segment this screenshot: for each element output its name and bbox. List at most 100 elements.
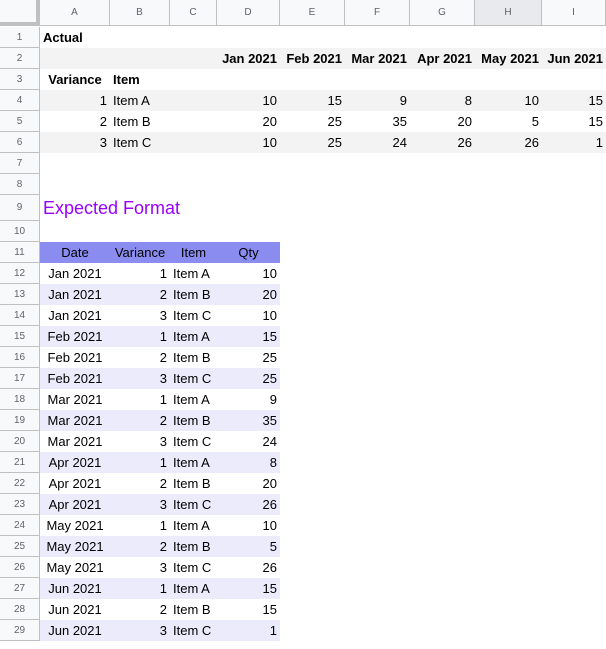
item-value[interactable]: Item C [170, 494, 217, 515]
date-value[interactable]: Apr 2021 [40, 473, 110, 494]
month-header[interactable]: Feb 2021 [280, 48, 345, 69]
column-header-i[interactable]: I [542, 0, 606, 26]
column-header-c[interactable]: C [170, 0, 217, 26]
row-header-6[interactable]: 6 [0, 132, 40, 153]
qty-value[interactable]: 10 [217, 90, 280, 111]
row-header-27[interactable]: 27 [0, 578, 40, 599]
column-header-e[interactable]: E [280, 0, 345, 26]
spreadsheet-grid[interactable]: A B C D E F G H I 1 2 3 4 5 6 7 8 9 10 11 12 13 14 15 16 17 18 19 20… [0, 0, 606, 649]
actual-title[interactable]: Actual [40, 27, 110, 48]
date-value[interactable]: Mar 2021 [40, 431, 110, 452]
variance-value[interactable]: 2 [40, 111, 110, 132]
variance-value[interactable]: 1 [110, 578, 170, 599]
variance-value[interactable]: 3 [110, 494, 170, 515]
date-value[interactable]: Feb 2021 [40, 347, 110, 368]
item-header[interactable]: Item [110, 69, 170, 90]
row-header-2[interactable]: 2 [0, 48, 40, 69]
row-header-14[interactable]: 14 [0, 305, 40, 326]
variance-value[interactable]: 3 [110, 557, 170, 578]
row-header-7[interactable]: 7 [0, 153, 40, 174]
row-header-21[interactable]: 21 [0, 452, 40, 473]
qty-value[interactable]: 8 [217, 452, 280, 473]
date-value[interactable]: Jun 2021 [40, 620, 110, 641]
qty-value[interactable]: 15 [217, 599, 280, 620]
row-header-15[interactable]: 15 [0, 326, 40, 347]
variance-value[interactable]: 2 [110, 410, 170, 431]
qty-value[interactable]: 26 [410, 132, 475, 153]
date-value[interactable]: Jun 2021 [40, 599, 110, 620]
variance-value[interactable]: 2 [110, 284, 170, 305]
row-header-24[interactable]: 24 [0, 515, 40, 536]
variance-value[interactable]: 2 [110, 473, 170, 494]
month-header[interactable]: Mar 2021 [345, 48, 410, 69]
date-value[interactable]: Apr 2021 [40, 452, 110, 473]
date-value[interactable]: May 2021 [40, 536, 110, 557]
item-value[interactable]: Item B [170, 599, 217, 620]
item-value[interactable]: Item B [170, 536, 217, 557]
column-header-d[interactable]: D [217, 0, 280, 26]
variance-value[interactable]: 3 [110, 620, 170, 641]
row-header-8[interactable]: 8 [0, 174, 40, 195]
item-value[interactable]: Item A [170, 515, 217, 536]
column-header-f[interactable]: F [345, 0, 410, 26]
variance-value[interactable]: 2 [110, 599, 170, 620]
row-header-11[interactable]: 11 [0, 242, 40, 263]
row-header-18[interactable]: 18 [0, 389, 40, 410]
item-value[interactable]: Item C [170, 557, 217, 578]
date-value[interactable]: Jan 2021 [40, 263, 110, 284]
row-header-9[interactable]: 9 [0, 195, 40, 221]
expected-header-date[interactable]: Date [40, 242, 110, 263]
item-value[interactable]: Item B [170, 410, 217, 431]
item-value[interactable]: Item C [170, 620, 217, 641]
date-value[interactable]: Jan 2021 [40, 305, 110, 326]
item-value[interactable]: Item A [170, 389, 217, 410]
expected-header-variance[interactable]: Variance [110, 242, 170, 263]
item-value[interactable]: Item B [170, 347, 217, 368]
select-all-corner[interactable] [0, 0, 40, 26]
qty-value[interactable]: 20 [217, 111, 280, 132]
item-value[interactable]: Item B [170, 473, 217, 494]
qty-value[interactable]: 26 [217, 557, 280, 578]
item-value[interactable]: Item C [170, 431, 217, 452]
row-header-29[interactable]: 29 [0, 620, 40, 641]
column-header-g[interactable]: G [410, 0, 475, 26]
qty-value[interactable]: 10 [217, 305, 280, 326]
variance-value[interactable]: 2 [110, 536, 170, 557]
qty-value[interactable]: 24 [345, 132, 410, 153]
row-header-12[interactable]: 12 [0, 263, 40, 284]
item-value[interactable]: Item C [110, 132, 170, 153]
date-value[interactable]: Apr 2021 [40, 494, 110, 515]
variance-value[interactable]: 1 [110, 263, 170, 284]
qty-value[interactable]: 10 [217, 132, 280, 153]
row-header-22[interactable]: 22 [0, 473, 40, 494]
month-header[interactable]: Jun 2021 [542, 48, 606, 69]
qty-value[interactable]: 24 [217, 431, 280, 452]
variance-value[interactable]: 3 [110, 431, 170, 452]
expected-header-qty[interactable]: Qty [217, 242, 280, 263]
qty-value[interactable]: 20 [410, 111, 475, 132]
item-value[interactable]: Item A [110, 90, 170, 111]
row-header-13[interactable]: 13 [0, 284, 40, 305]
row-header-26[interactable]: 26 [0, 557, 40, 578]
qty-value[interactable]: 25 [280, 132, 345, 153]
qty-value[interactable]: 15 [217, 578, 280, 599]
month-header[interactable]: Jan 2021 [217, 48, 280, 69]
row-header-10[interactable]: 10 [0, 221, 40, 242]
row-header-19[interactable]: 19 [0, 410, 40, 431]
row-header-4[interactable]: 4 [0, 90, 40, 111]
qty-value[interactable]: 15 [542, 90, 606, 111]
date-value[interactable]: Jan 2021 [40, 284, 110, 305]
month-header[interactable]: May 2021 [475, 48, 542, 69]
expected-header-item[interactable]: Item [170, 242, 217, 263]
date-value[interactable]: Mar 2021 [40, 410, 110, 431]
qty-value[interactable]: 26 [217, 494, 280, 515]
row-header-1[interactable]: 1 [0, 27, 40, 48]
item-value[interactable]: Item A [170, 326, 217, 347]
row-header-3[interactable]: 3 [0, 69, 40, 90]
variance-value[interactable]: 1 [110, 515, 170, 536]
qty-value[interactable]: 35 [217, 410, 280, 431]
date-value[interactable]: Feb 2021 [40, 326, 110, 347]
date-value[interactable]: Jun 2021 [40, 578, 110, 599]
variance-header[interactable]: Variance [40, 69, 110, 90]
row-header-16[interactable]: 16 [0, 347, 40, 368]
